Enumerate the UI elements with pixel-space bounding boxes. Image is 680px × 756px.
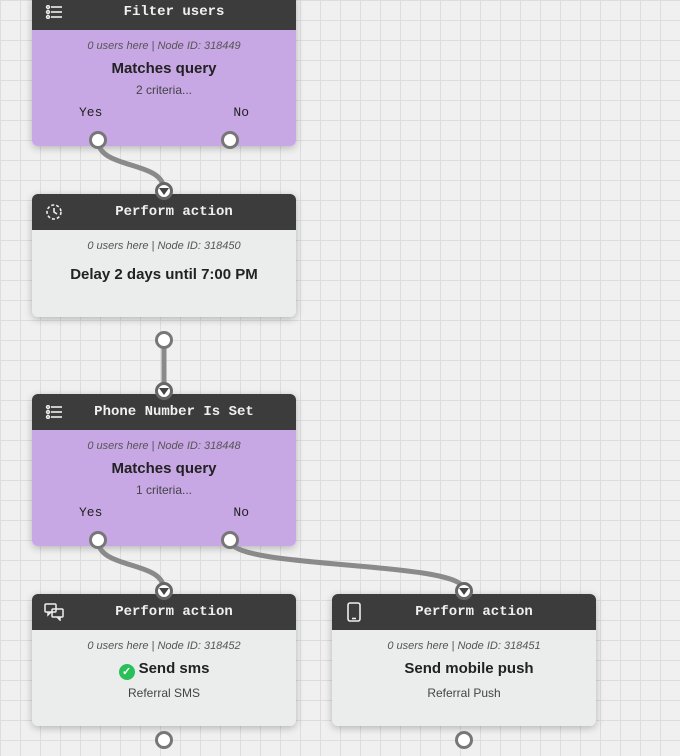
port-in[interactable] — [155, 582, 173, 600]
node-main-text: Delay 2 days until 7:00 PM — [44, 266, 284, 283]
node-filter-phone[interactable]: Phone Number Is Set 0 users here | Node … — [32, 394, 296, 546]
branch-yes-label: Yes — [79, 505, 102, 520]
node-meta: 0 users here | Node ID: 318452 — [44, 640, 284, 652]
port-out-no[interactable] — [221, 531, 239, 549]
port-out-no[interactable] — [221, 131, 239, 149]
node-title: Perform action — [364, 604, 584, 620]
node-sub-text: Referral SMS — [44, 686, 284, 700]
node-title: Filter users — [64, 4, 284, 20]
check-icon: ✓ — [119, 664, 135, 680]
node-body[interactable]: 0 users here | Node ID: 318449 Matches q… — [32, 30, 296, 146]
branch-no-label: No — [233, 105, 249, 120]
workflow-canvas[interactable]: Filter users 0 users here | Node ID: 318… — [0, 0, 680, 756]
node-meta: 0 users here | Node ID: 318449 — [44, 40, 284, 52]
clock-icon — [44, 203, 64, 221]
filter-list-icon — [44, 405, 64, 419]
node-main-text: Matches query — [44, 460, 284, 477]
port-out[interactable] — [155, 731, 173, 749]
mobile-icon — [344, 602, 364, 622]
port-out[interactable] — [155, 331, 173, 349]
port-out-yes[interactable] — [89, 531, 107, 549]
chat-icon — [44, 603, 64, 621]
node-header[interactable]: Filter users — [32, 0, 296, 30]
node-meta: 0 users here | Node ID: 318451 — [344, 640, 584, 652]
node-sub-text: Referral Push — [344, 686, 584, 700]
node-body[interactable]: 0 users here | Node ID: 318448 Matches q… — [32, 430, 296, 546]
node-meta: 0 users here | Node ID: 318448 — [44, 440, 284, 452]
node-sub-text: 1 criteria... — [44, 483, 284, 497]
node-body[interactable]: 0 users here | Node ID: 318451 ✓Send mob… — [332, 630, 596, 726]
node-main-text: Matches query — [44, 60, 284, 77]
filter-list-icon — [44, 5, 64, 19]
node-title: Perform action — [64, 604, 284, 620]
node-body[interactable]: 0 users here | Node ID: 318450 Delay 2 d… — [32, 230, 296, 317]
node-sub-text: 2 criteria... — [44, 83, 284, 97]
node-action-sms[interactable]: Perform action 0 users here | Node ID: 3… — [32, 594, 296, 726]
node-main-text: ✓Send sms — [44, 660, 284, 680]
node-main-text: ✓Send mobile push — [344, 660, 584, 680]
port-out[interactable] — [455, 731, 473, 749]
node-action-push[interactable]: Perform action 0 users here | Node ID: 3… — [332, 594, 596, 726]
node-body[interactable]: 0 users here | Node ID: 318452 ✓Send sms… — [32, 630, 296, 726]
port-out-yes[interactable] — [89, 131, 107, 149]
branch-yes-label: Yes — [79, 105, 102, 120]
port-in[interactable] — [155, 382, 173, 400]
branch-no-label: No — [233, 505, 249, 520]
node-filter-users[interactable]: Filter users 0 users here | Node ID: 318… — [32, 0, 296, 146]
node-action-delay[interactable]: Perform action 0 users here | Node ID: 3… — [32, 194, 296, 317]
port-in[interactable] — [455, 582, 473, 600]
node-title: Phone Number Is Set — [64, 404, 284, 420]
node-title: Perform action — [64, 204, 284, 220]
port-in[interactable] — [155, 182, 173, 200]
node-meta: 0 users here | Node ID: 318450 — [44, 240, 284, 252]
